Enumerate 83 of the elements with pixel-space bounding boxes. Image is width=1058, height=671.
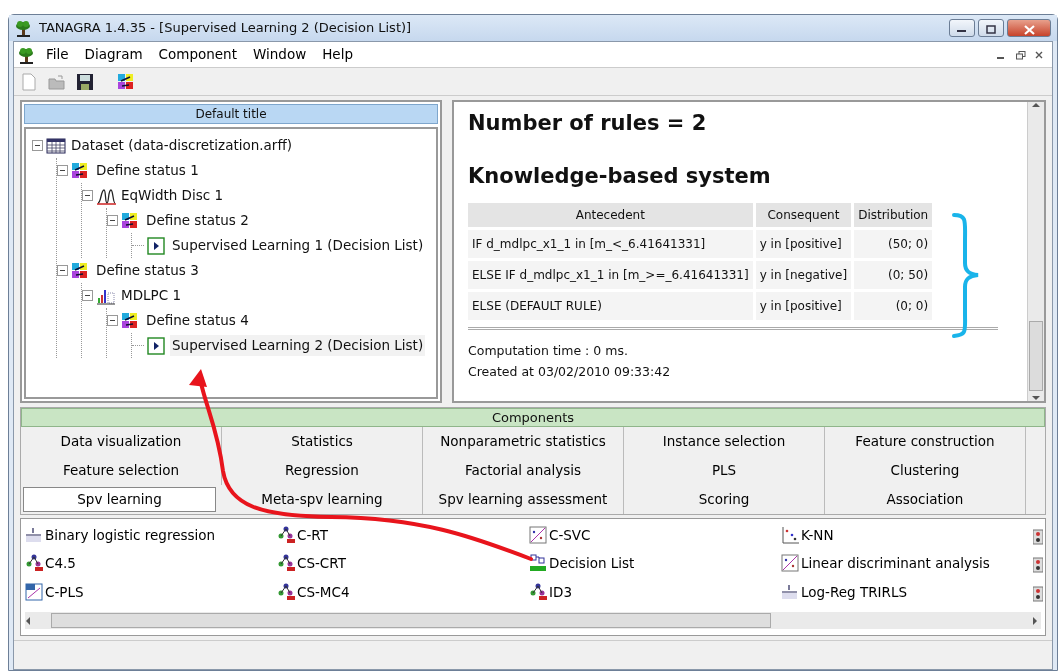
scrollbar-thumb[interactable] — [51, 613, 771, 628]
palm-tree-icon — [18, 45, 36, 64]
close-icon[interactable] — [1034, 51, 1043, 59]
column-header: Distribution — [854, 202, 933, 227]
list-item[interactable]: Linear discriminant analysis — [781, 553, 1033, 574]
heading: Knowledge-based system — [468, 164, 772, 190]
expand-toggle[interactable] — [107, 315, 118, 326]
table-cell: y in [negative] — [755, 260, 852, 289]
list-item[interactable]: C-SVC — [529, 525, 781, 545]
expand-toggle[interactable] — [82, 290, 93, 301]
tree-node[interactable]: Supervised Learning 2 (Decision List) — [170, 335, 426, 356]
list-item[interactable]: Decision List — [529, 553, 781, 574]
tree-node[interactable]: Dataset (data-discretization.arff) — [69, 135, 294, 156]
table-cell: (50; 0) — [854, 229, 933, 258]
right-arrow-icon[interactable] — [1031, 616, 1038, 625]
tree-node[interactable]: Define status 1 — [94, 160, 201, 181]
maximize-icon[interactable] — [985, 25, 996, 34]
left-arrow-icon[interactable] — [25, 616, 31, 625]
rule-list-icon — [529, 554, 547, 573]
list-item[interactable]: Binary logistic regression — [25, 525, 277, 545]
down-arrow-icon[interactable] — [1032, 395, 1040, 401]
window-title: TANAGRA 1.4.35 - [Supervised Learning 2 (Decision List)] — [39, 19, 412, 38]
tree-icon — [277, 526, 295, 544]
tree-node[interactable]: Define status 3 — [94, 260, 201, 281]
expand-toggle[interactable] — [82, 190, 93, 201]
tree-icon — [277, 554, 295, 573]
tab[interactable]: Spv learning — [23, 487, 216, 512]
scatter-plot-icon — [781, 526, 799, 544]
vertical-scrollbar[interactable] — [1027, 102, 1044, 401]
column-header: Consequent — [755, 202, 852, 227]
minimize-button[interactable] — [948, 19, 975, 37]
scatter-plot-icon — [781, 554, 799, 573]
play-icon — [147, 336, 167, 355]
menu-item[interactable]: Component — [152, 43, 243, 66]
up-arrow-icon[interactable] — [1032, 102, 1040, 108]
expand-toggle[interactable] — [57, 165, 68, 176]
expand-toggle[interactable] — [32, 140, 43, 151]
table-cell: ELSE (DEFAULT RULE) — [468, 291, 753, 320]
list-item[interactable]: CS-MC4 — [277, 581, 529, 602]
menu-item[interactable]: Help — [316, 43, 359, 66]
tree-icon — [25, 554, 43, 573]
restore-icon[interactable] — [1015, 50, 1026, 60]
menu-item[interactable]: File — [40, 43, 75, 66]
maximize-button[interactable] — [977, 19, 1004, 37]
scatter-plot-icon — [529, 526, 547, 544]
list-item[interactable]: C-PLS — [25, 581, 277, 602]
pls-chart-icon — [25, 582, 43, 601]
expand-toggle[interactable] — [107, 215, 118, 226]
table-cell: ELSE IF d_mdlpc_x1_1 in [m_>=_6.41641331] — [468, 260, 753, 289]
tree-node[interactable]: Supervised Learning 1 (Decision List) — [170, 235, 426, 256]
scrollbar-thumb[interactable] — [1029, 321, 1043, 391]
panel-title: Components — [21, 408, 1045, 427]
expand-toggle[interactable] — [57, 265, 68, 276]
status-text: Created at 03/02/2010 09:33:42 — [468, 363, 672, 382]
table-cell: (0; 50) — [854, 260, 933, 289]
table-cell: (0; 0) — [854, 291, 933, 320]
list-item[interactable]: C4.5 — [25, 553, 277, 574]
list-item[interactable]: C-RT — [277, 525, 529, 545]
menu-item[interactable]: Window — [246, 43, 313, 66]
tree-icon — [277, 582, 295, 601]
tree-icon — [529, 582, 547, 601]
close-button[interactable] — [1007, 19, 1051, 37]
status-text: Computation time : 0 ms. — [468, 341, 629, 360]
table-cell: y in [positive] — [755, 229, 852, 258]
tree-node[interactable]: MDLPC 1 — [119, 285, 183, 306]
list-item[interactable]: ID3 — [529, 581, 781, 602]
panel-title: Default title — [24, 104, 438, 124]
horizontal-scrollbar[interactable] — [25, 612, 1041, 629]
column-header: Antecedent — [468, 202, 753, 227]
table-icon — [46, 136, 66, 155]
save-icon[interactable] — [76, 72, 94, 91]
menu-item[interactable]: Diagram — [78, 43, 149, 66]
palm-tree-icon — [15, 19, 33, 37]
heading: Number of rules = 2 — [468, 111, 708, 137]
table-cell: IF d_mdlpc_x1_1 in [m_<_6.41641331] — [468, 229, 753, 258]
list-item[interactable]: K-NN — [781, 525, 1033, 545]
tree-node[interactable]: Define status 4 — [144, 310, 251, 331]
list-item[interactable]: Log-Reg TRIRLS — [781, 581, 1033, 602]
list-item[interactable]: CS-CRT — [277, 553, 529, 574]
table-cell: y in [positive] — [755, 291, 852, 320]
play-icon — [147, 236, 167, 255]
tree-node[interactable]: Define status 2 — [144, 210, 251, 231]
tree-node[interactable]: EqWidth Disc 1 — [119, 185, 226, 206]
